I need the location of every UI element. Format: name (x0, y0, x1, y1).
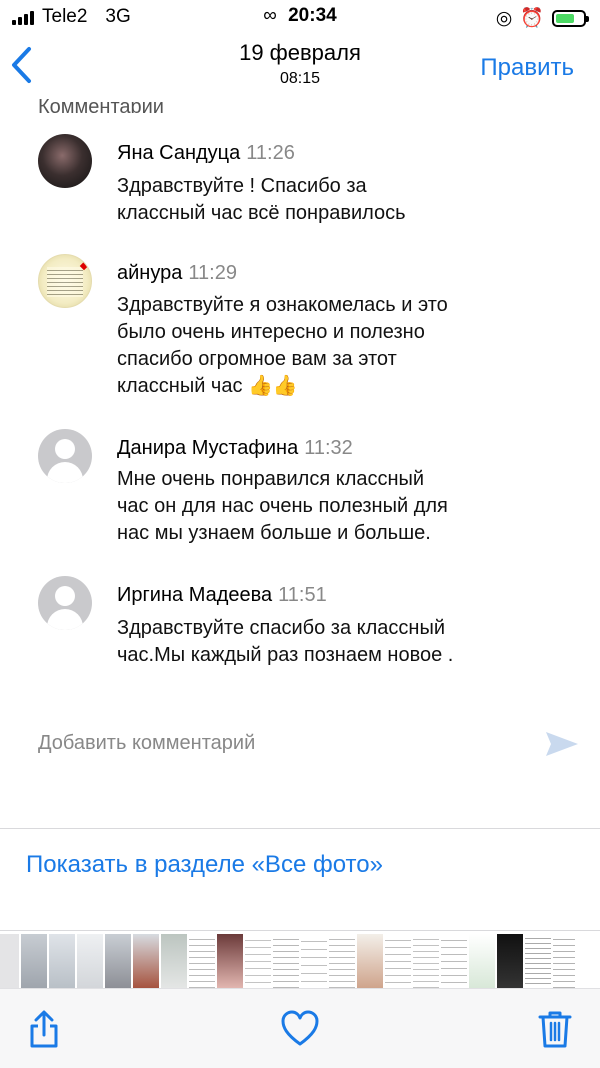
show-in-all-photos-link[interactable]: Показать в разделе «Все фото» (26, 851, 383, 879)
photo-thumbnail[interactable] (217, 934, 243, 988)
photo-thumbnail[interactable] (441, 934, 467, 988)
photo-thumbnail[interactable] (189, 934, 215, 988)
photo-thumbnail[interactable] (133, 934, 159, 988)
photo-thumbnail[interactable] (21, 934, 47, 988)
comment-line: час он для нас очень полезный для (117, 495, 448, 517)
comment-line: классный час всё понравилось (117, 202, 406, 224)
status-bar: Tele2 3G ∞ 20:34 ◎ ⏰ (0, 0, 600, 34)
alarm-icon: ⏰ (520, 8, 544, 29)
comment-text: Мне очень понравился классный час он для… (117, 466, 557, 547)
photo-thumbnail[interactable] (497, 934, 523, 988)
comment-time: 11:51 (278, 584, 327, 606)
avatar[interactable] (38, 134, 92, 188)
comment-time: 11:26 (246, 142, 295, 164)
divider (0, 828, 600, 829)
comment-author[interactable]: айнура (117, 262, 182, 284)
avatar[interactable] (38, 429, 92, 483)
comment-text: Здравствуйте я ознакомелась и это было о… (117, 292, 557, 400)
photo-thumbnail[interactable] (413, 934, 439, 988)
comment-line: Мне очень понравился классный (117, 468, 425, 490)
comments-section-header: Комментарии (38, 96, 164, 113)
photo-thumbnail[interactable] (77, 934, 103, 988)
photo-thumbnail[interactable] (385, 934, 411, 988)
photo-thumbnail[interactable] (161, 934, 187, 988)
navigation-bar: 19 февраля 08:15 Править (0, 34, 600, 102)
battery-icon (552, 9, 589, 27)
heart-icon[interactable] (280, 1009, 320, 1049)
trash-icon[interactable] (535, 1009, 575, 1049)
share-icon[interactable] (24, 1009, 64, 1049)
photo-thumbnail[interactable] (245, 934, 271, 988)
photo-thumbnail[interactable] (273, 934, 299, 988)
avatar[interactable] (38, 254, 92, 308)
clock-time: 20:34 (288, 5, 337, 26)
photo-thumbnail[interactable] (301, 934, 327, 988)
photo-thumbnail[interactable] (0, 934, 19, 988)
add-comment-input[interactable]: Добавить комментарий (38, 732, 255, 755)
divider (0, 930, 600, 931)
comment-line: спасибо огромное вам за этот (117, 348, 397, 370)
comment-text: Здравствуйте спасибо за классный час.Мы … (117, 615, 557, 669)
photo-thumbnail[interactable] (525, 934, 551, 988)
photo-thumbnail[interactable] (357, 934, 383, 988)
send-icon[interactable] (544, 730, 580, 758)
edit-button[interactable]: Править (480, 54, 574, 82)
photo-thumbnail[interactable] (105, 934, 131, 988)
photo-thumbnail[interactable] (329, 934, 355, 988)
comment-line: Здравствуйте спасибо за классный (117, 617, 445, 639)
comment-time: 11:32 (304, 437, 353, 459)
comment-line: классный час 👍👍 (117, 375, 298, 397)
photo-thumbnail[interactable] (469, 934, 495, 988)
avatar[interactable] (38, 576, 92, 630)
orientation-lock-icon: ◎ (495, 7, 513, 29)
photo-thumbnail[interactable] (49, 934, 75, 988)
comment-author[interactable]: Яна Сандуца (117, 142, 240, 164)
comment-line: нас мы узнаем больше и больше. (117, 522, 431, 544)
comment-line: час.Мы каждый раз познаем новое . (117, 644, 454, 666)
comment-line: Здравствуйте я ознакомелась и это (117, 294, 448, 316)
comment-author[interactable]: Иргина Мадеева (117, 584, 272, 606)
photo-thumbnail-strip[interactable] (0, 934, 600, 988)
comment-line: Здравствуйте ! Спасибо за (117, 175, 367, 197)
comment-text: Здравствуйте ! Спасибо за классный час в… (117, 173, 557, 227)
bottom-toolbar (0, 988, 600, 1068)
comment-time: 11:29 (188, 262, 237, 284)
link-icon: ∞ (263, 5, 277, 26)
comment-author[interactable]: Данира Мустафина (117, 437, 298, 459)
comment-line: было очень интересно и полезно (117, 321, 425, 343)
photo-thumbnail[interactable] (553, 934, 575, 988)
